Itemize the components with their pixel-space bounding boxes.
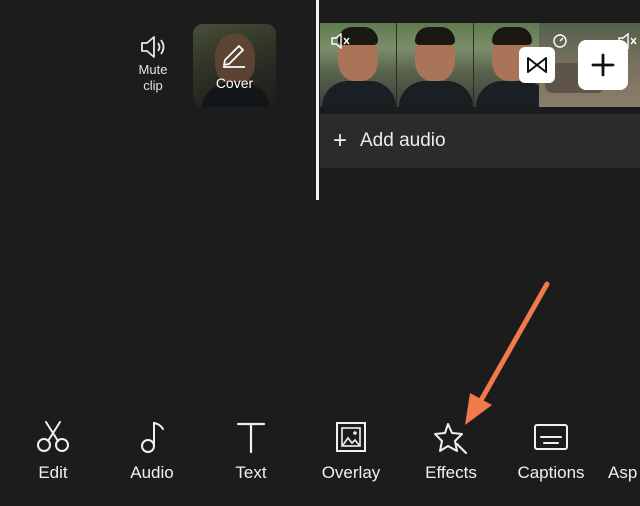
clip-muted-icon bbox=[331, 33, 350, 49]
add-audio-button[interactable]: + Add audio bbox=[320, 114, 640, 168]
tool-text[interactable]: Text bbox=[206, 420, 296, 483]
tool-overlay[interactable]: Overlay bbox=[306, 420, 396, 483]
add-audio-label: Add audio bbox=[360, 130, 446, 151]
tool-label: Audio bbox=[130, 463, 174, 482]
tool-label: Captions bbox=[517, 463, 585, 482]
plus-icon: + bbox=[332, 127, 347, 154]
clip-frame bbox=[397, 23, 473, 107]
speaker-icon bbox=[141, 36, 165, 58]
tool-edit[interactable]: Edit bbox=[8, 420, 98, 483]
add-clip-button[interactable] bbox=[578, 40, 628, 90]
speed-icon bbox=[553, 34, 567, 48]
mute-clip-button[interactable]: Mute clip bbox=[128, 34, 178, 94]
tool-label: Overlay bbox=[321, 463, 381, 482]
overlay-icon bbox=[336, 422, 366, 452]
scissors-icon bbox=[37, 421, 69, 452]
text-icon bbox=[236, 422, 266, 454]
tool-audio[interactable]: Audio bbox=[107, 420, 197, 483]
plus-icon bbox=[591, 53, 615, 77]
transition-icon bbox=[527, 57, 547, 73]
transition-button[interactable] bbox=[519, 47, 555, 83]
mute-clip-label: Mute clip bbox=[138, 62, 168, 93]
tool-aspect[interactable]: Asp bbox=[598, 420, 640, 483]
tool-label: Edit bbox=[38, 463, 68, 482]
playhead[interactable] bbox=[316, 0, 319, 200]
pencil-icon bbox=[223, 45, 245, 68]
effects-star-icon bbox=[434, 423, 467, 454]
cover-button[interactable]: Cover bbox=[193, 24, 276, 107]
tool-label: Effects bbox=[425, 463, 477, 482]
tool-effects[interactable]: Effects bbox=[406, 420, 496, 483]
music-note-icon bbox=[141, 421, 164, 453]
captions-icon bbox=[534, 424, 568, 450]
tool-captions[interactable]: Captions bbox=[506, 420, 596, 483]
tool-label: Asp bbox=[608, 463, 638, 482]
aspect-icon bbox=[598, 420, 640, 454]
cover-label: Cover bbox=[215, 75, 254, 91]
tool-label: Text bbox=[235, 463, 267, 482]
